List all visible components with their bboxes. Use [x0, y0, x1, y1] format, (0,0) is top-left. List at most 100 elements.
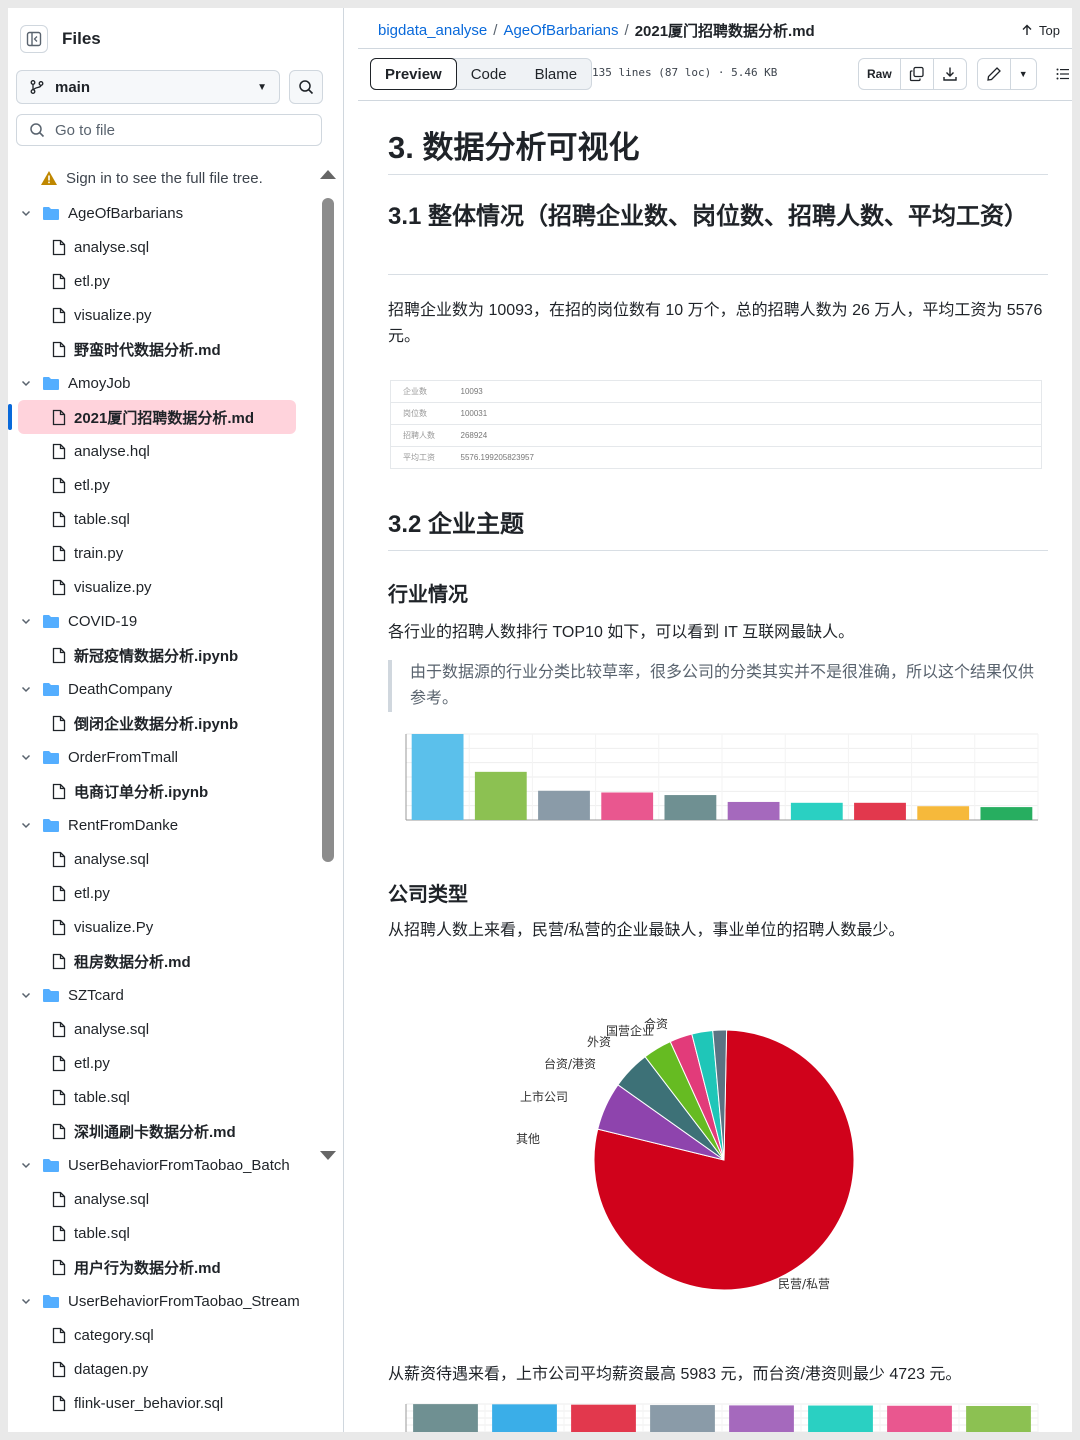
tree-folder[interactable]: UserBehaviorFromTaobao_Stream [8, 1284, 328, 1318]
back-to-top-button[interactable]: Top [1021, 18, 1060, 42]
tree-file-active[interactable]: 2021厦门招聘数据分析.md [8, 400, 296, 434]
view-mode-tabs: Preview Code Blame [370, 58, 593, 90]
breadcrumb-repo-link[interactable]: bigdata_analyse [378, 22, 487, 39]
tab-code[interactable]: Code [457, 59, 521, 89]
download-button[interactable] [934, 59, 966, 89]
tree-file[interactable]: 野蛮时代数据分析.md [8, 332, 328, 366]
pie-label: 合资 [644, 1016, 668, 1031]
edit-button[interactable] [978, 59, 1011, 89]
stats-key: 平均工资 [390, 446, 449, 469]
pie-label: 民营/私营 [778, 1277, 830, 1291]
copy-icon [909, 66, 924, 82]
top-label: Top [1039, 22, 1060, 38]
industry-bar-chart [405, 733, 1039, 821]
tree-file-label: analyse.sql [74, 238, 150, 256]
chevron-down-icon[interactable] [20, 1295, 32, 1307]
file-icon [52, 647, 66, 664]
stats-value: 5576.199205823957 [448, 446, 1042, 469]
tab-preview[interactable]: Preview [370, 58, 457, 90]
breadcrumb-separator: / [624, 21, 629, 39]
breadcrumb-separator: / [493, 21, 498, 39]
scroll-up-arrow-icon[interactable] [320, 170, 336, 179]
tree-folder-label: COVID-19 [68, 612, 138, 630]
chevron-down-icon[interactable] [20, 683, 32, 695]
file-icon [52, 1361, 66, 1378]
tree-file[interactable]: visualize.Py [8, 910, 328, 944]
edit-group: ▼ [976, 58, 1037, 90]
tree-folder[interactable]: SZTcard [8, 978, 328, 1012]
tree-file[interactable]: table.sql [8, 502, 328, 536]
tree-folder[interactable]: UserBehaviorFromTaobao_Batch [8, 1148, 328, 1182]
stats-key: 岗位数 [390, 402, 449, 425]
tree-file[interactable]: 深圳通刷卡数据分析.md [8, 1114, 328, 1148]
tree-file[interactable]: etl.py [8, 264, 328, 298]
tree-file[interactable]: 用户行为数据分析.md [8, 1250, 328, 1284]
tree-file[interactable]: etl.py [8, 876, 328, 910]
tree-file[interactable]: table.sql [8, 1080, 328, 1114]
stats-value: 268924 [448, 424, 1042, 447]
tree-file-label: visualize.py [74, 306, 152, 324]
tree-folder[interactable]: COVID-19 [8, 604, 328, 638]
file-actions: Raw ▼ [858, 58, 1072, 90]
tree-file[interactable]: 新冠疫情数据分析.ipynb [8, 638, 328, 672]
raw-button[interactable]: Raw [859, 59, 901, 89]
tree-file-label: 租房数据分析.md [74, 953, 191, 971]
sidebar-collapse-button[interactable] [20, 25, 48, 53]
search-button[interactable] [289, 70, 323, 104]
chevron-down-icon[interactable] [20, 989, 32, 1001]
scroll-down-arrow-icon[interactable] [320, 1151, 336, 1160]
tree-file[interactable]: datagen.py [8, 1352, 328, 1386]
tree-file-label: train.py [74, 544, 124, 562]
file-icon [52, 409, 66, 426]
chevron-down-icon[interactable] [20, 819, 32, 831]
tree-file[interactable]: analyse.hql [8, 434, 328, 468]
go-to-file-input[interactable]: Go to file [16, 114, 322, 146]
tree-file[interactable]: etl.py [8, 468, 328, 502]
scrollbar-thumb[interactable] [322, 198, 334, 862]
file-icon [52, 1395, 66, 1412]
tree-file[interactable]: 租房数据分析.md [8, 944, 328, 978]
chevron-down-icon[interactable] [20, 1159, 32, 1171]
tab-blame[interactable]: Blame [521, 59, 592, 89]
edit-menu-button[interactable]: ▼ [1011, 59, 1036, 89]
tree-file[interactable]: 倒闭企业数据分析.ipynb [8, 706, 328, 740]
tree-file[interactable]: etl.py [8, 1046, 328, 1080]
chevron-down-icon[interactable] [20, 615, 32, 627]
tree-file[interactable]: category.sql [8, 1318, 328, 1352]
tree-folder[interactable]: AmoyJob [8, 366, 328, 400]
breadcrumb-folder-link[interactable]: AgeOfBarbarians [503, 22, 618, 39]
download-icon [942, 67, 957, 81]
raw-copy-download-group: Raw [858, 58, 967, 90]
tree-file[interactable]: analyse.sql [8, 1182, 328, 1216]
chevron-down-icon[interactable] [20, 377, 32, 389]
heading-company-topic: 3.2 企业主题 [388, 511, 525, 538]
tree-folder[interactable]: OrderFromTmall [8, 740, 328, 774]
tree-file[interactable]: analyse.sql [8, 1012, 328, 1046]
outline-button[interactable] [1047, 58, 1072, 90]
tree-folder[interactable]: DeathCompany [8, 672, 328, 706]
paragraph-industry: 各行业的招聘人数排行 TOP10 如下，可以看到 IT 互联网最缺人。 [388, 624, 855, 641]
tree-file[interactable]: visualize.py [8, 298, 328, 332]
active-indicator [8, 404, 12, 430]
tree-folder[interactable]: RentFromDanke [8, 808, 328, 842]
tree-file[interactable]: analyse.sql [8, 230, 328, 264]
file-icon [52, 715, 66, 732]
tree-file[interactable]: table.sql [8, 1216, 328, 1250]
chevron-down-icon[interactable] [20, 751, 32, 763]
folder-icon [42, 206, 60, 221]
search-icon [299, 80, 314, 95]
tree-file[interactable]: train.py [8, 536, 328, 570]
copy-button[interactable] [901, 59, 934, 89]
folder-icon [42, 1158, 60, 1173]
bar [413, 1404, 478, 1432]
branch-selector[interactable]: main ▼ [16, 70, 280, 104]
tree-file[interactable]: analyse.sql [8, 842, 328, 876]
tree-file[interactable]: 电商订单分析.ipynb [8, 774, 328, 808]
chevron-down-icon[interactable] [20, 207, 32, 219]
file-viewer: bigdata_analyse / AgeOfBarbarians / 2021… [358, 8, 1072, 1432]
tree-file-label: 用户行为数据分析.md [74, 1259, 221, 1277]
tree-folder[interactable]: AgeOfBarbarians [8, 196, 328, 230]
tree-file[interactable]: flink-user_behavior.sql [8, 1386, 328, 1420]
breadcrumb: bigdata_analyse / AgeOfBarbarians / 2021… [378, 18, 815, 42]
tree-file[interactable]: visualize.py [8, 570, 328, 604]
